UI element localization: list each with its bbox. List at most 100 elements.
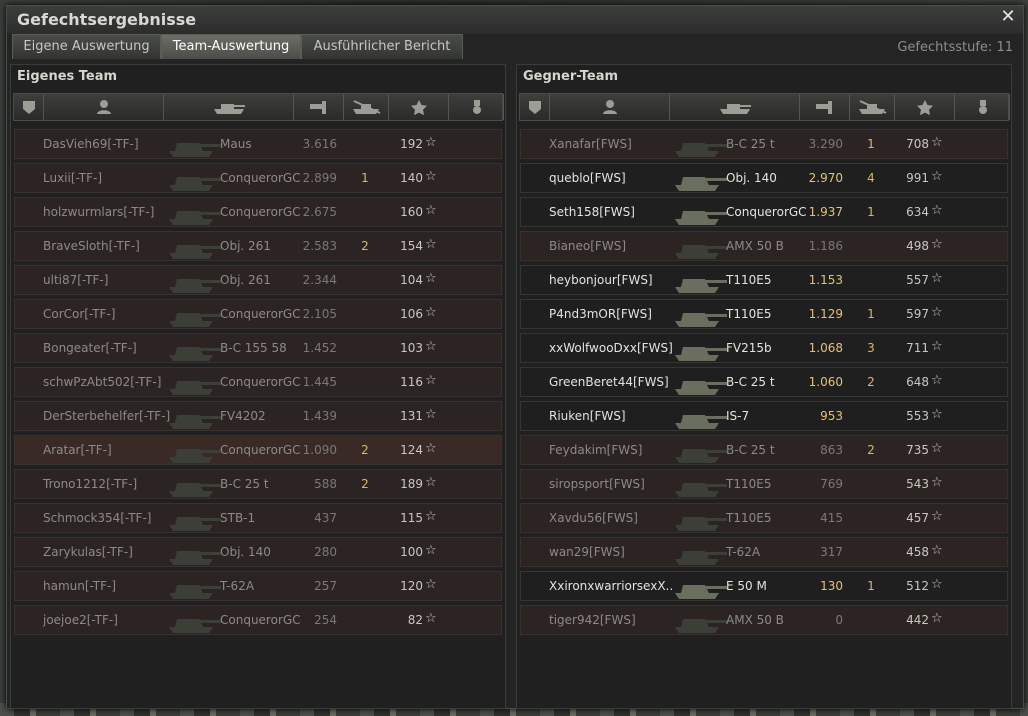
vehicle-name: B-C 25 t	[726, 443, 775, 457]
player-row[interactable]: P4nd3mOR[FWS] T110E5 1.129 1 597 ☆	[520, 299, 1008, 329]
player-row[interactable]: Riuken[FWS] IS-7 953 553 ☆	[520, 401, 1008, 431]
tank-icon	[169, 585, 221, 599]
player-row[interactable]: CorCor[-TF-] ConquerorGC 2.105 106 ☆	[14, 299, 502, 329]
player-row[interactable]: GreenBeret44[FWS] B-C 25 t 1.060 2 648 ☆	[520, 367, 1008, 397]
tank-icon	[169, 211, 221, 225]
player-row[interactable]: joejoe2[-TF-] ConquerorGC 254 82 ☆	[14, 605, 502, 635]
player-row[interactable]: BraveSloth[-TF-] Obj. 261 2.583 2 154 ☆	[14, 231, 502, 261]
player-name: Xavdu56[FWS]	[549, 511, 638, 525]
player-name: DerSterbehelfer[-TF-]	[43, 409, 171, 423]
star-icon: ☆	[931, 611, 943, 626]
player-row[interactable]: Aratar[-TF-] ConquerorGC 1.090 2 124 ☆	[14, 435, 502, 465]
vehicle-name: FV215b	[726, 341, 772, 355]
close-icon[interactable]: ✕	[999, 8, 1017, 26]
kills-value: 2	[361, 477, 369, 491]
xp-value: 648	[906, 375, 929, 389]
sort-medal-button[interactable]	[955, 94, 1010, 120]
star-icon: ☆	[425, 203, 437, 218]
player-row[interactable]: DerSterbehelfer[-TF-] FV4202 1.439 131 ☆	[14, 401, 502, 431]
player-row[interactable]: Feydakim[FWS] B-C 25 t 863 2 735 ☆	[520, 435, 1008, 465]
damage-value: 588	[314, 477, 337, 491]
xp-value: 708	[906, 137, 929, 151]
kills-value: 1	[361, 171, 369, 185]
player-row[interactable]: queblo[FWS] Obj. 140 2.970 4 991 ☆	[520, 163, 1008, 193]
sort-xp-star-button[interactable]	[389, 94, 449, 120]
star-icon: ☆	[425, 135, 437, 150]
player-row[interactable]: DasVieh69[-TF-] Maus 3.616 192 ☆	[14, 129, 502, 159]
player-name: xxWolfwooDxx[FWS]	[549, 341, 673, 355]
player-row[interactable]: ulti87[-TF-] Obj. 261 2.344 104 ☆	[14, 265, 502, 295]
title-bar: Gefechtsergebnisse ✕	[7, 6, 1023, 34]
star-icon: ☆	[425, 373, 437, 388]
xp-value: 442	[906, 613, 929, 627]
damage-value: 2.105	[302, 307, 337, 321]
xp-value: 498	[906, 239, 929, 253]
tank-icon	[169, 279, 221, 293]
player-name: wan29[FWS]	[549, 545, 625, 559]
sort-kills-button[interactable]	[344, 94, 389, 120]
sort-medal-button[interactable]	[449, 94, 504, 120]
xp-value: 597	[906, 307, 929, 321]
kills-value: 4	[867, 171, 875, 185]
star-icon: ☆	[425, 305, 437, 320]
enemy-team-panel: Gegner-Team Xanafar[FWS] B-C 25 t 3.290 1 70…	[516, 64, 1012, 709]
xp-value: 634	[906, 205, 929, 219]
panel-title: Eigenes Team	[17, 69, 118, 84]
player-name: Bongeater[-TF-]	[43, 341, 137, 355]
kills-value: 2	[361, 443, 369, 457]
player-row[interactable]: Xanafar[FWS] B-C 25 t 3.290 1 708 ☆	[520, 129, 1008, 159]
sort-vehicle-button[interactable]	[670, 94, 800, 120]
vehicle-name: B-C 25 t	[726, 375, 775, 389]
player-row[interactable]: Luxii[-TF-] ConquerorGC 2.899 1 140 ☆	[14, 163, 502, 193]
tank-icon	[675, 313, 727, 327]
vehicle-name: B-C 25 t	[220, 477, 269, 491]
player-row[interactable]: hamun[-TF-] T-62A 257 120 ☆	[14, 571, 502, 601]
xp-value: 100	[400, 545, 423, 559]
player-row[interactable]: Xavdu56[FWS] T110E5 415 457 ☆	[520, 503, 1008, 533]
tab-eigene-auswertung[interactable]: Eigene Auswertung	[12, 34, 161, 59]
player-row[interactable]: holzwurmlars[-TF-] ConquerorGC 2.675 160 ☆	[14, 197, 502, 227]
sort-player-button[interactable]	[550, 94, 670, 120]
player-row[interactable]: schwPzAbt502[-TF-] ConquerorGC 1.445 116 ☆	[14, 367, 502, 397]
player-row[interactable]: tiger942[FWS] AMX 50 B 0 442 ☆	[520, 605, 1008, 635]
player-row[interactable]: Zarykulas[-TF-] Obj. 140 280 100 ☆	[14, 537, 502, 567]
player-row[interactable]: Schmock354[-TF-] STB-1 437 115 ☆	[14, 503, 502, 533]
sort-damage-button[interactable]	[800, 94, 850, 120]
sort-player-button[interactable]	[44, 94, 164, 120]
xp-value: 543	[906, 477, 929, 491]
tank-icon	[675, 585, 727, 599]
tab-team-auswertung[interactable]: Team-Auswertung	[161, 34, 301, 59]
tab-ausfuehrlicher-bericht[interactable]: Ausführlicher Bericht	[301, 34, 463, 59]
tank-icon	[169, 245, 221, 259]
sort-squad-button[interactable]	[14, 94, 44, 120]
star-icon: ☆	[425, 611, 437, 626]
sort-vehicle-button[interactable]	[164, 94, 294, 120]
player-row[interactable]: Trono1212[-TF-] B-C 25 t 588 2 189 ☆	[14, 469, 502, 499]
sort-damage-button[interactable]	[294, 94, 344, 120]
player-row[interactable]: Bianeo[FWS] AMX 50 B 1.186 498 ☆	[520, 231, 1008, 261]
xp-value: 140	[400, 171, 423, 185]
player-name: ulti87[-TF-]	[43, 273, 109, 287]
player-row[interactable]: siropsport[FWS] T110E5 769 543 ☆	[520, 469, 1008, 499]
vehicle-name: IS-7	[726, 409, 750, 423]
star-icon: ☆	[931, 135, 943, 150]
damage-value: 2.970	[808, 171, 843, 185]
star-icon: ☆	[931, 203, 943, 218]
star-icon: ☆	[425, 339, 437, 354]
vehicle-name: T110E5	[726, 307, 772, 321]
player-row[interactable]: Bongeater[-TF-] B-C 155 58 1.452 103 ☆	[14, 333, 502, 363]
medal-icon	[460, 99, 494, 115]
xp-value: 991	[906, 171, 929, 185]
player-row[interactable]: xxWolfwooDxx[FWS] FV215b 1.068 3 711 ☆	[520, 333, 1008, 363]
vehicle-name: Obj. 261	[220, 239, 271, 253]
sort-kills-button[interactable]	[850, 94, 895, 120]
damage-value: 317	[820, 545, 843, 559]
sort-squad-button[interactable]	[520, 94, 550, 120]
player-row[interactable]: wan29[FWS] T-62A 317 458 ☆	[520, 537, 1008, 567]
battle-tier: Gefechtsstufe: 11	[897, 40, 1013, 55]
sort-xp-star-button[interactable]	[895, 94, 955, 120]
player-row[interactable]: Seth158[FWS] ConquerorGC 1.937 1 634 ☆	[520, 197, 1008, 227]
tank-icon	[169, 381, 221, 395]
player-row[interactable]: XxironxwarriorsexX.. E 50 M 130 1 512 ☆	[520, 571, 1008, 601]
player-row[interactable]: heybonjour[FWS] T110E5 1.153 557 ☆	[520, 265, 1008, 295]
